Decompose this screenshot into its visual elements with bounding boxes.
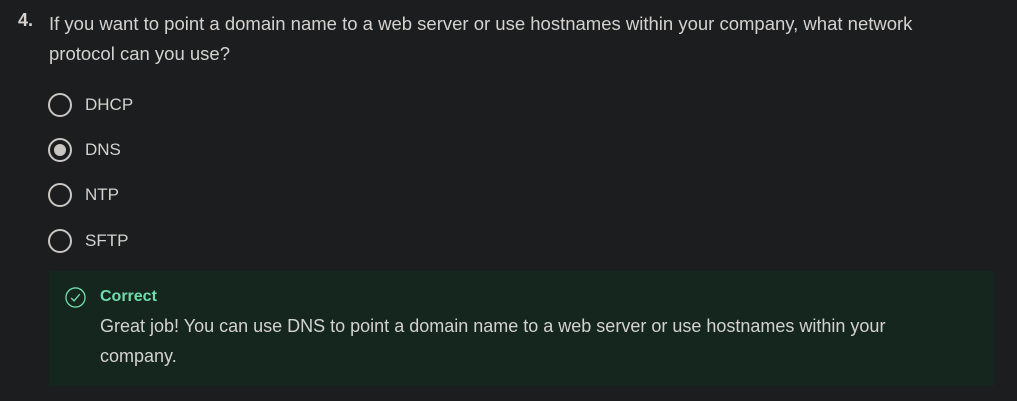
radio-button-selected[interactable] (48, 138, 72, 162)
option-label: DNS (85, 140, 121, 159)
question-number: 4. (18, 10, 34, 30)
question-text: If you want to point a domain name to a … (49, 13, 913, 64)
option-label: SFTP (85, 231, 129, 250)
option-dns[interactable]: DNS (48, 137, 121, 163)
option-label: NTP (85, 185, 119, 204)
option-dhcp[interactable]: DHCP (48, 92, 133, 118)
option-sftp[interactable]: SFTP (48, 228, 128, 254)
radio-button[interactable] (48, 93, 72, 117)
option-label: DHCP (85, 95, 134, 114)
option-ntp[interactable]: NTP (48, 182, 119, 208)
check-circle-icon (65, 287, 86, 308)
radio-button[interactable] (48, 229, 72, 253)
feedback-title: Correct (100, 288, 157, 305)
radio-button[interactable] (48, 183, 72, 207)
feedback-text: Great job! You can use DNS to point a do… (100, 316, 886, 366)
feedback-panel: Correct Great job! You can use DNS to po… (49, 271, 994, 386)
